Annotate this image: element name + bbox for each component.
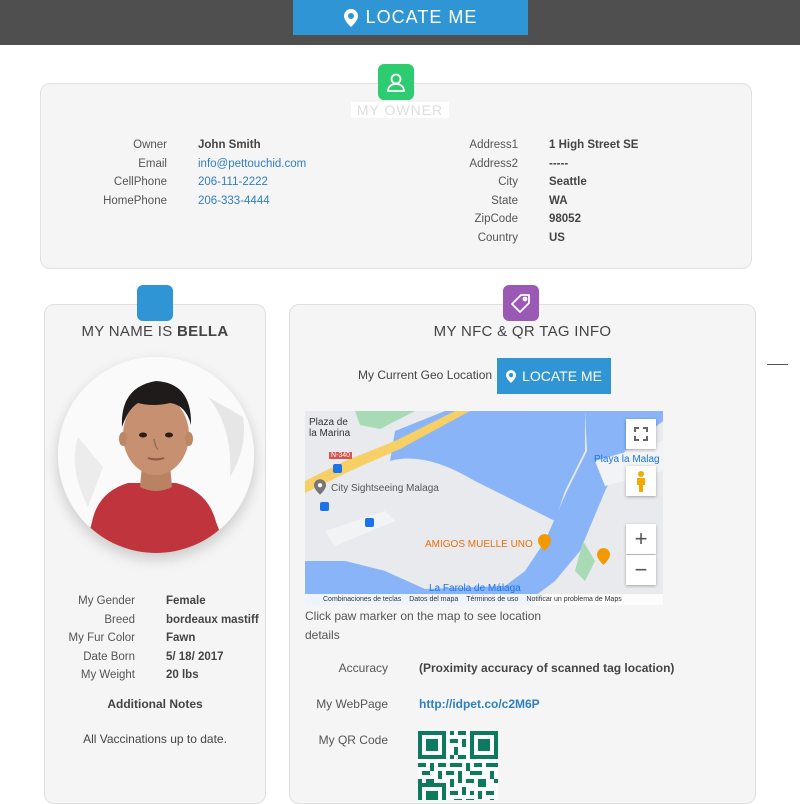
map-pin-icon	[506, 369, 517, 383]
zoom-out-button[interactable]: −	[626, 555, 656, 585]
fur-color-value: Fawn	[166, 632, 196, 644]
zoom-in-button[interactable]: +	[626, 524, 656, 554]
homephone-label: HomePhone	[103, 194, 167, 207]
city-label: City	[498, 176, 518, 188]
webpage-link[interactable]: http://idpet.co/c2M6P	[419, 697, 540, 711]
location-map[interactable]	[305, 411, 663, 605]
pet-name-title: MY NAME IS BELLA	[81, 323, 229, 340]
locate-me-button[interactable]: LOCATE ME	[497, 358, 611, 394]
gender-label: My Gender	[78, 595, 135, 607]
owner-right-values: 1 High Street SE ----- Seattle WA 98052 …	[549, 136, 729, 247]
weight-value: 20 lbs	[166, 669, 199, 681]
pet-photo	[58, 357, 254, 553]
map-label-road: N-340	[329, 452, 353, 459]
side-divider	[767, 364, 788, 365]
email-label: Email	[138, 157, 167, 170]
locate-me-top-button[interactable]: LOCATE ME	[293, 0, 528, 35]
pet-field-labels: My Gender Breed My Fur Color Date Born M…	[50, 592, 135, 685]
fur-color-label: My Fur Color	[68, 632, 135, 644]
map-label-plaza: Plaza de	[309, 417, 348, 428]
map-footer-terms[interactable]: Términos de uso	[466, 596, 518, 603]
restaurant-marker-icon-2[interactable]	[597, 548, 610, 565]
qr-code-label: My QR Code	[318, 733, 388, 747]
country-value: US	[549, 231, 565, 244]
pet-badge-icon	[137, 285, 173, 321]
owner-right-labels: Address1 Address2 City State ZipCode Cou…	[418, 136, 518, 247]
homephone-link[interactable]: 206-333-4444	[198, 192, 398, 211]
accuracy-value: (Proximity accuracy of scanned tag locat…	[419, 661, 675, 675]
map-pin-icon	[343, 8, 358, 27]
fullscreen-icon[interactable]	[626, 419, 656, 449]
gender-value: Female	[166, 595, 206, 607]
zipcode-value: 98052	[549, 213, 581, 225]
owner-name-value: John Smith	[198, 139, 261, 151]
map-label-sightseeing: City Sightseeing Malaga	[331, 483, 439, 494]
user-icon	[378, 64, 414, 100]
additional-notes-text: All Vaccinations up to date.	[83, 732, 227, 746]
map-footer-report[interactable]: Notificar un problema de Maps	[526, 596, 621, 603]
tag-icon	[503, 285, 539, 321]
street-view-pegman-icon[interactable]	[626, 466, 656, 496]
nfc-section-title: MY NFC & QR TAG INFO	[433, 323, 612, 340]
address2-label: Address2	[469, 157, 518, 170]
zipcode-label: ZipCode	[474, 213, 518, 225]
map-label-plaza2: la Marina	[309, 428, 351, 439]
pet-name: BELLA	[177, 323, 229, 340]
pet-field-values: Female bordeaux mastiff Fawn 5/ 18/ 2017…	[166, 592, 266, 685]
map-marker-icon[interactable]	[314, 479, 326, 495]
map-label-farola: La Farola de Málaga	[429, 583, 521, 594]
weight-label: My Weight	[80, 669, 135, 681]
state-label: State	[491, 194, 518, 207]
address1-value: 1 High Street SE	[549, 139, 639, 151]
locate-me-label: LOCATE ME	[522, 368, 602, 384]
state-value: WA	[549, 194, 568, 207]
accuracy-label: Accuracy	[338, 661, 388, 675]
geo-location-label: My Current Geo Location	[358, 368, 493, 382]
map-label-playa: Playa la Malag	[594, 454, 660, 465]
email-link[interactable]: info@pettouchid.com	[198, 155, 398, 174]
breed-label: Breed	[104, 613, 135, 626]
restaurant-marker-icon[interactable]	[538, 534, 551, 551]
address1-label: Address1	[469, 139, 518, 151]
country-label: Country	[477, 231, 518, 244]
map-footer-data[interactable]: Datos del mapa	[409, 596, 458, 603]
qr-code-image	[418, 731, 498, 800]
map-hint-text: Click paw marker on the map to see locat…	[305, 609, 542, 642]
bus-stop-icon-2	[320, 502, 329, 511]
date-born-value: 5/ 18/ 2017	[166, 650, 224, 663]
owner-left-values: John Smith info@pettouchid.com 206-111-2…	[198, 136, 398, 210]
city-value: Seattle	[549, 176, 587, 188]
owner-left-labels: Owner Email CellPhone HomePhone	[60, 136, 167, 210]
map-label-amigos: AMIGOS MUELLE UNO	[425, 539, 533, 550]
map-footer-shortcuts[interactable]: Combinaciones de teclas	[323, 596, 401, 603]
locate-me-top-label: LOCATE ME	[365, 7, 478, 27]
additional-notes-title: Additional Notes	[107, 697, 203, 711]
cellphone-label: CellPhone	[113, 176, 167, 188]
date-born-label: Date Born	[83, 650, 135, 663]
breed-value: bordeaux mastiff	[166, 613, 259, 626]
owner-label: Owner	[133, 139, 167, 151]
address2-value: -----	[549, 157, 569, 170]
cellphone-link[interactable]: 206-111-2222	[198, 173, 398, 192]
owner-section-title: MY OWNER	[0, 102, 800, 118]
map-footer: Combinaciones de teclas Datos del mapa T…	[305, 594, 663, 605]
bus-stop-icon	[333, 464, 342, 473]
webpage-label: My WebPage	[316, 697, 388, 711]
bus-stop-icon-3	[365, 518, 374, 527]
